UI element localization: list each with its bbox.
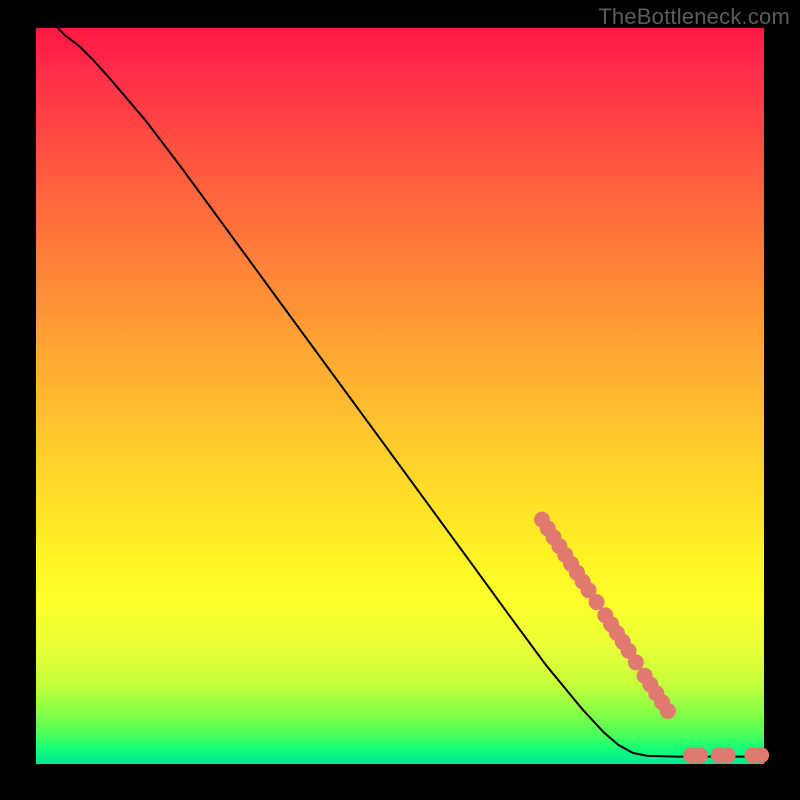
chart-svg	[36, 28, 764, 764]
chart-point	[753, 747, 769, 763]
chart-point	[720, 747, 736, 763]
chart-point	[692, 747, 708, 763]
chart-point	[660, 703, 676, 719]
chart-points	[534, 512, 769, 764]
chart-curve	[58, 28, 764, 757]
watermark-text: TheBottleneck.com	[598, 4, 790, 30]
chart-point	[628, 654, 644, 670]
chart-point	[589, 594, 605, 610]
chart-plot-area	[36, 28, 764, 764]
